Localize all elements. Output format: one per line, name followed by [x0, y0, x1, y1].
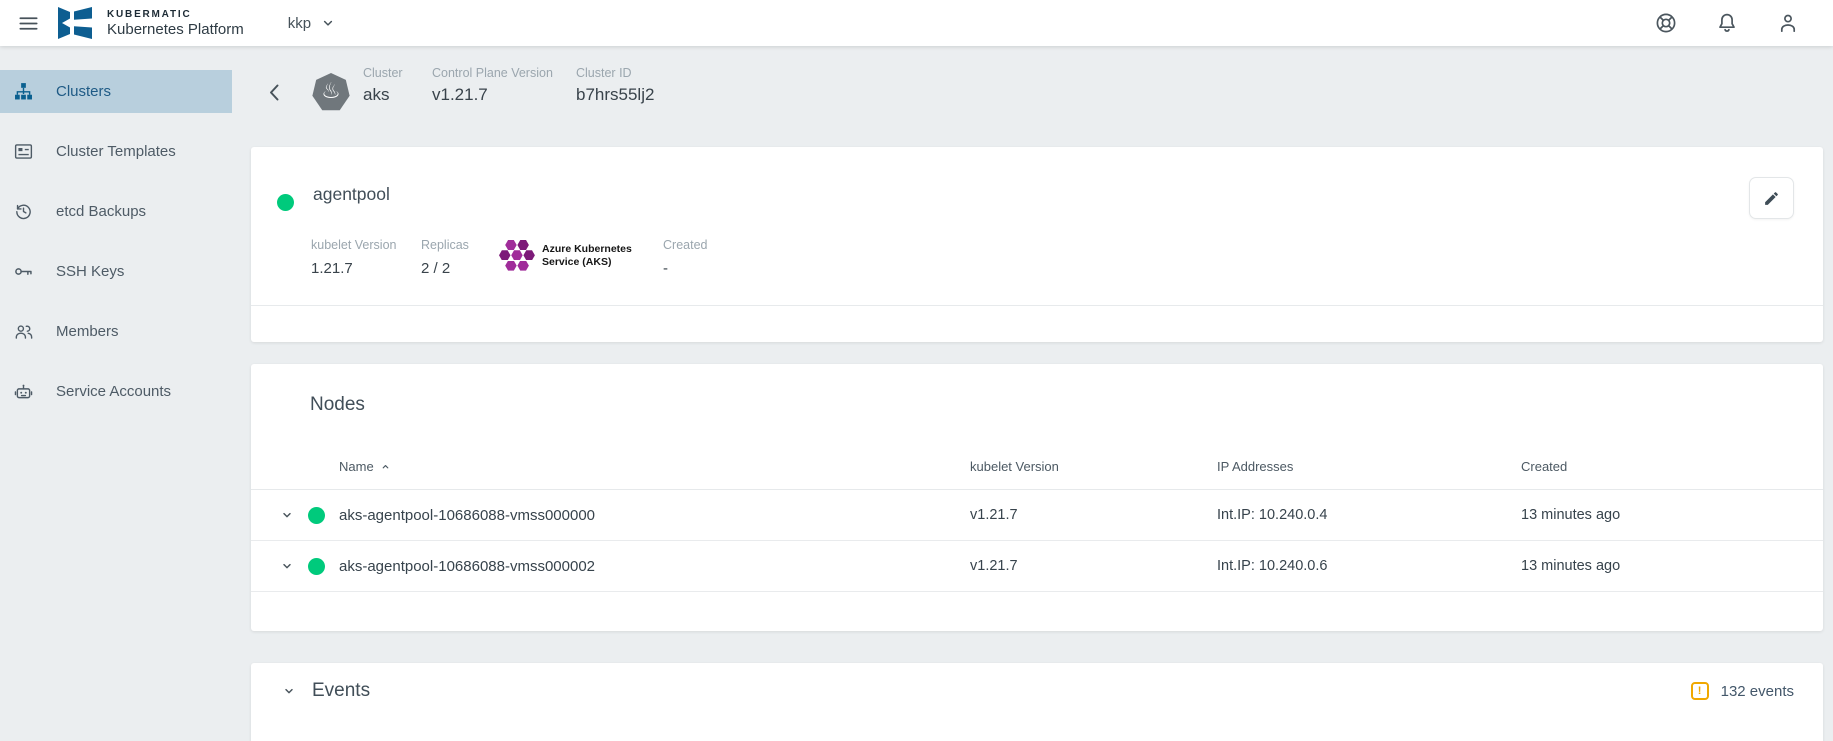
- sidebar-item-label: Clusters: [56, 83, 111, 100]
- card-divider: [251, 305, 1823, 306]
- events-count: 132 events: [1721, 683, 1794, 700]
- sort-ascending-icon: [380, 461, 391, 472]
- field-label: Cluster: [363, 66, 403, 80]
- pencil-icon: [1763, 190, 1780, 207]
- node-ip: Int.IP: 10.240.0.6: [1217, 558, 1521, 574]
- kubernetes-icon: ♨: [312, 73, 350, 111]
- project-selector[interactable]: kkp: [288, 14, 337, 32]
- notifications-icon[interactable]: [1715, 11, 1739, 35]
- sidebar-item-label: etcd Backups: [56, 203, 146, 220]
- table-row[interactable]: aks-agentpool-10686088-vmss000000 v1.21.…: [251, 490, 1823, 541]
- node-ip: Int.IP: 10.240.0.4: [1217, 507, 1521, 523]
- kubermatic-cluster-detail-page: KUBERMATIC Kubernetes Platform kkp: [0, 0, 1833, 741]
- sidebar-item-service-accounts[interactable]: Service Accounts: [0, 370, 232, 413]
- cluster-header-field-cluster: Cluster aks: [363, 66, 403, 105]
- metric-label: Replicas: [421, 238, 499, 252]
- provider-name-line2: Service (AKS): [542, 256, 611, 268]
- brand-line1: KUBERMATIC: [107, 9, 244, 20]
- topbar-right: [1654, 11, 1833, 35]
- sidebar-item-cluster-templates[interactable]: Cluster Templates: [0, 130, 232, 173]
- project-name: kkp: [288, 15, 311, 32]
- events-title: Events: [312, 680, 370, 702]
- node-kubelet-version: v1.21.7: [970, 507, 1217, 523]
- provider-name-line1: Azure Kubernetes: [542, 243, 632, 255]
- field-value: b7hrs55lj2: [576, 85, 654, 105]
- sidebar-item-etcd-backups[interactable]: etcd Backups: [0, 190, 232, 233]
- edit-machine-deployment-button[interactable]: [1749, 177, 1794, 219]
- machine-deployment-name: agentpool: [313, 184, 390, 205]
- cluster-header-field-control-plane-version: Control Plane Version v1.21.7: [432, 66, 553, 105]
- nodes-title: Nodes: [310, 394, 365, 416]
- sidebar-item-label: Members: [56, 323, 119, 340]
- column-label: Name: [339, 459, 374, 474]
- warning-icon: !: [1691, 682, 1709, 700]
- sidebar-item-members[interactable]: Members: [0, 310, 232, 353]
- metric-value: 1.21.7: [311, 260, 421, 277]
- sidebar-item-ssh-keys[interactable]: SSH Keys: [0, 250, 232, 293]
- column-header-kubelet-version: kubelet Version: [970, 459, 1217, 474]
- node-kubelet-version: v1.21.7: [970, 558, 1217, 574]
- provider-block: Azure Kubernetes Service (AKS): [499, 240, 663, 271]
- sidebar-item-label: SSH Keys: [56, 263, 124, 280]
- hamburger-icon: [17, 12, 40, 35]
- status-dot: [308, 507, 325, 524]
- expand-row-icon[interactable]: [279, 558, 295, 574]
- provider-name: Azure Kubernetes Service (AKS): [542, 243, 632, 268]
- sidebar-item-clusters[interactable]: Clusters: [0, 70, 232, 113]
- service-accounts-icon: [13, 381, 34, 402]
- collapse-events-icon[interactable]: [281, 683, 297, 699]
- nodes-table-body: aks-agentpool-10686088-vmss000000 v1.21.…: [251, 490, 1823, 592]
- sidebar-item-label: Cluster Templates: [56, 143, 176, 160]
- help-icon[interactable]: [1654, 11, 1678, 35]
- events-card: Events ! 132 events: [251, 663, 1823, 741]
- etcd-backups-icon: [13, 201, 34, 222]
- chevron-down-icon: [319, 14, 337, 32]
- brand-line2: Kubernetes Platform: [107, 21, 244, 38]
- chevron-left-icon: [263, 80, 287, 104]
- menu-toggle-button[interactable]: [12, 7, 44, 39]
- machine-deployment-card: agentpool kubelet Version 1.21.7 Replica…: [251, 147, 1823, 342]
- node-created: 13 minutes ago: [1521, 507, 1823, 523]
- aks-logo: [499, 240, 535, 271]
- cluster-header-field-cluster-id: Cluster ID b7hrs55lj2: [576, 66, 654, 105]
- members-icon: [13, 321, 34, 342]
- field-label: Cluster ID: [576, 66, 654, 80]
- sidebar-item-label: Service Accounts: [56, 383, 171, 400]
- metric-value: 2 / 2: [421, 260, 499, 277]
- column-header-name[interactable]: Name: [251, 459, 970, 474]
- kubermatic-logo-icon: [58, 6, 96, 40]
- field-value: v1.21.7: [432, 85, 553, 105]
- table-row[interactable]: aks-agentpool-10686088-vmss000002 v1.21.…: [251, 541, 1823, 592]
- status-dot: [308, 558, 325, 575]
- field-label: Control Plane Version: [432, 66, 553, 80]
- node-created: 13 minutes ago: [1521, 558, 1823, 574]
- metric-label: Created: [663, 238, 707, 252]
- metric-label: kubelet Version: [311, 238, 421, 252]
- ssh-keys-icon: [13, 261, 34, 282]
- clusters-icon: [13, 81, 34, 102]
- status-dot: [277, 194, 294, 211]
- brand-text: KUBERMATIC Kubernetes Platform: [107, 9, 244, 38]
- column-header-created: Created: [1521, 459, 1823, 474]
- machine-deployment-metrics: kubelet Version 1.21.7 Replicas 2 / 2: [311, 238, 707, 277]
- expand-row-icon[interactable]: [279, 507, 295, 523]
- metric-created: Created -: [663, 238, 707, 277]
- column-header-ip-addresses: IP Addresses: [1217, 459, 1521, 474]
- back-button[interactable]: [261, 78, 289, 106]
- sidebar: Clusters Cluster Templates etcd Backups …: [0, 46, 232, 741]
- user-icon[interactable]: [1776, 11, 1800, 35]
- topbar: KUBERMATIC Kubernetes Platform kkp: [0, 0, 1833, 46]
- metric-replicas: Replicas 2 / 2: [421, 238, 499, 277]
- metric-value: -: [663, 260, 707, 277]
- node-name: aks-agentpool-10686088-vmss000002: [339, 558, 595, 575]
- cluster-templates-icon: [13, 141, 34, 162]
- field-value: aks: [363, 85, 403, 105]
- nodes-table-header: Name kubelet Version IP Addresses Create…: [251, 443, 1823, 490]
- nodes-card: Nodes Name kubelet Version IP Addresses …: [251, 364, 1823, 631]
- metric-kubelet-version: kubelet Version 1.21.7: [311, 238, 421, 277]
- node-name: aks-agentpool-10686088-vmss000000: [339, 507, 595, 524]
